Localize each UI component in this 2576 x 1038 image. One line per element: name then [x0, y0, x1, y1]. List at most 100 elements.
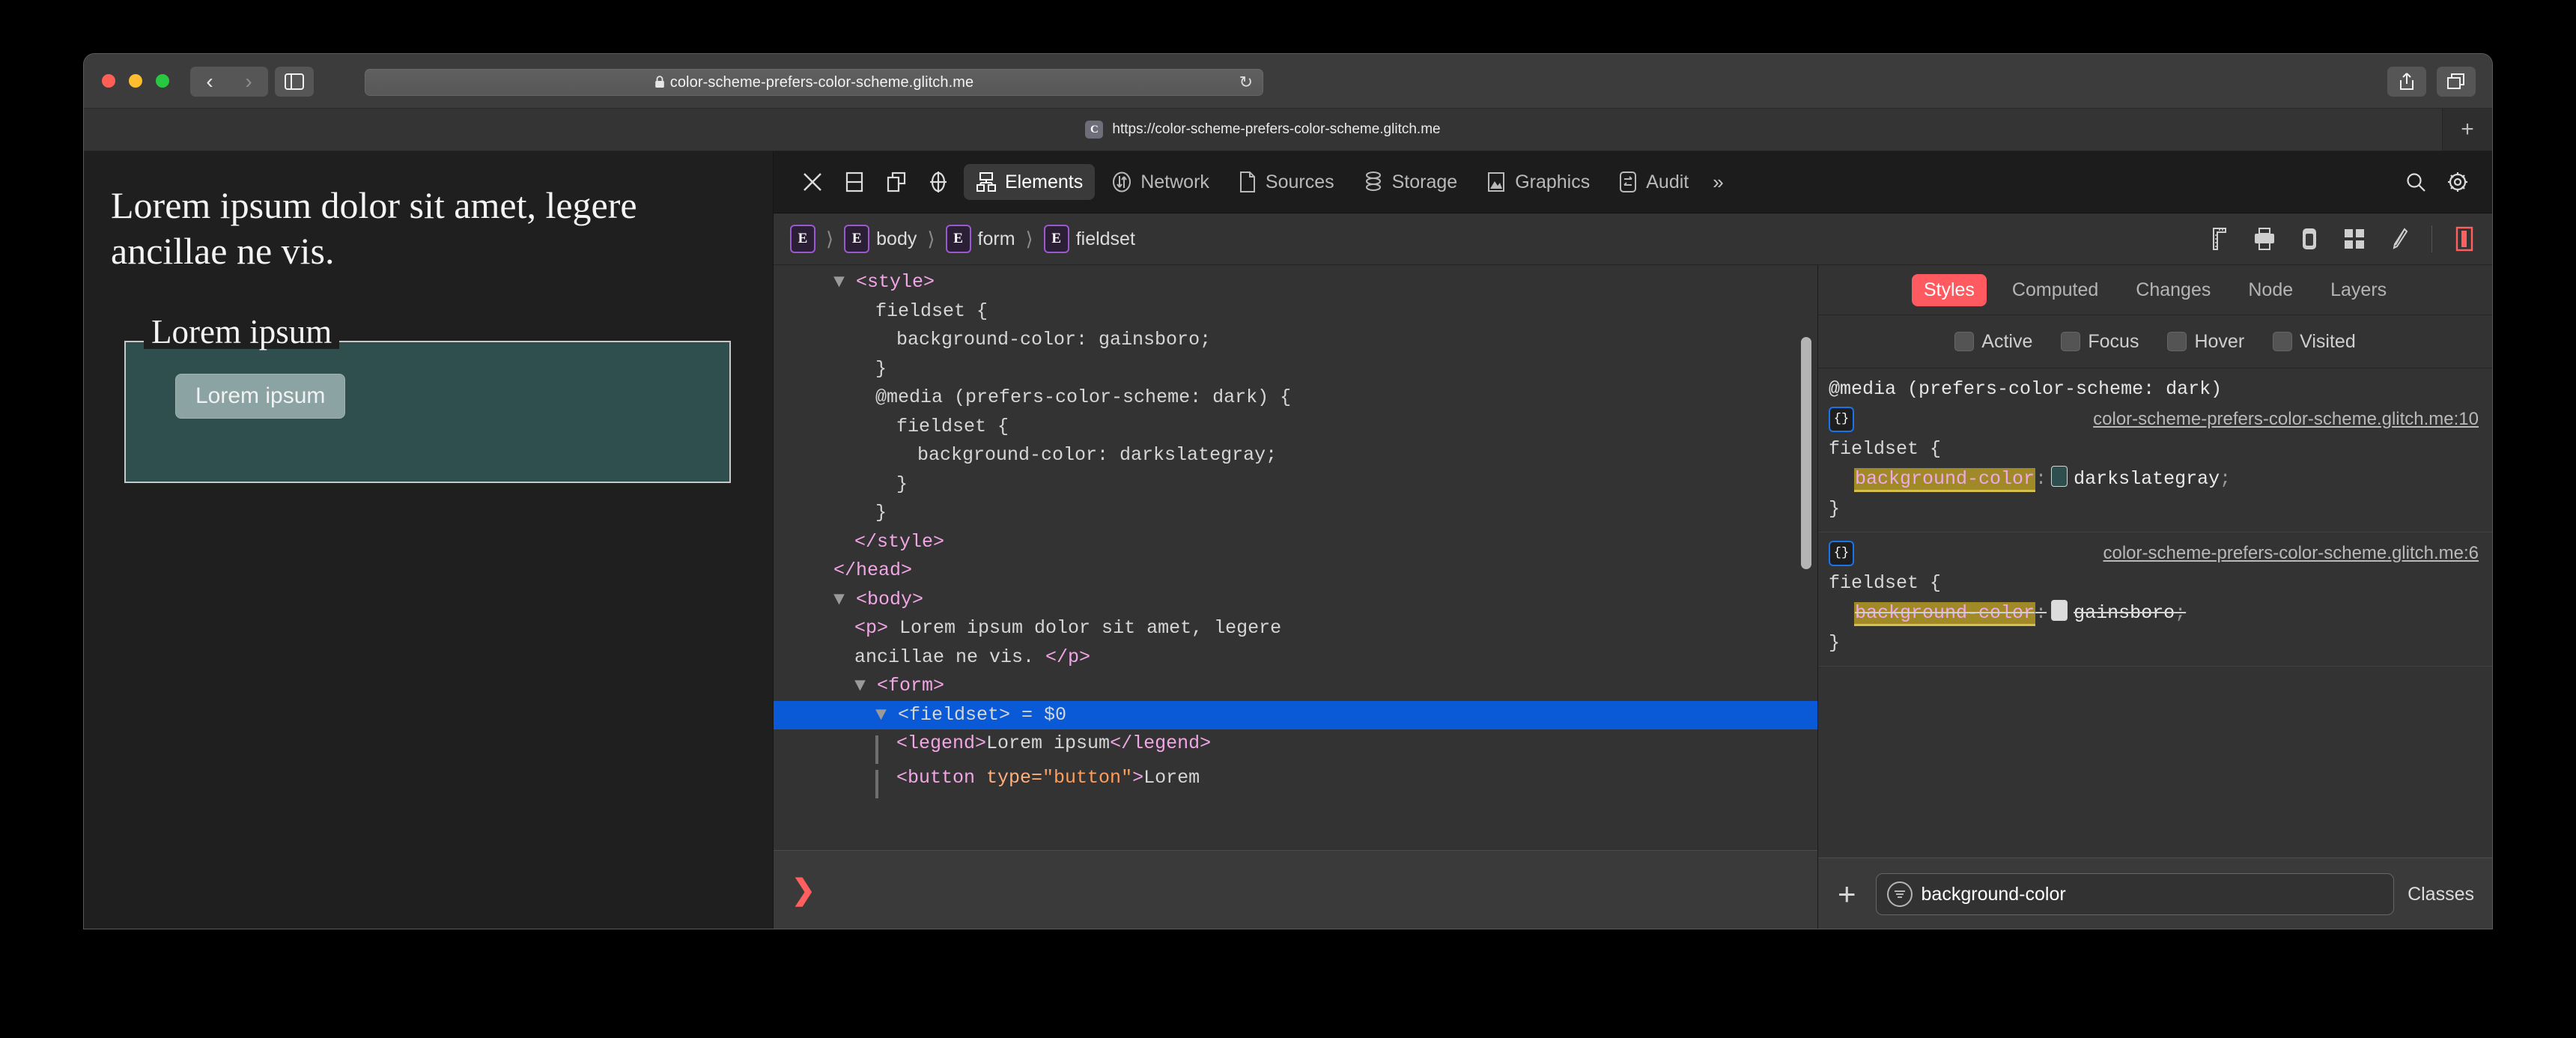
- disclosure-triangle-icon[interactable]: ▼: [875, 704, 898, 726]
- tab-audit[interactable]: Audit: [1606, 163, 1701, 201]
- disclosure-triangle-icon[interactable]: ▼: [854, 675, 877, 696]
- dock-side-button[interactable]: [875, 161, 917, 203]
- grid-button[interactable]: [2337, 222, 2372, 256]
- breadcrumb-item-form[interactable]: E form: [945, 225, 1015, 253]
- css-property-value[interactable]: gainsboro: [2074, 602, 2175, 624]
- dom-node[interactable]: }: [774, 355, 1817, 384]
- checkbox[interactable]: [2061, 332, 2081, 351]
- layout-highlight-button[interactable]: [2447, 222, 2482, 256]
- close-devtools-button[interactable]: [792, 161, 833, 203]
- css-declaration[interactable]: background-color: gainsboro;: [1829, 598, 2492, 628]
- device-button[interactable]: [2292, 222, 2327, 256]
- ruler-button[interactable]: [2202, 222, 2237, 256]
- back-button[interactable]: ‹: [190, 67, 229, 97]
- tab-sources[interactable]: Sources: [1226, 163, 1346, 201]
- style-sheet-icon[interactable]: {}: [1829, 407, 1854, 432]
- dom-node[interactable]: </head>: [774, 556, 1817, 586]
- css-property-value[interactable]: darkslategray: [2074, 468, 2220, 490]
- css-selector[interactable]: fieldset {: [1829, 434, 2492, 464]
- search-button[interactable]: [2395, 161, 2437, 203]
- dom-token: type=: [986, 767, 1043, 789]
- dom-tree[interactable]: ▼ <style> fieldset {background-color: gai…: [774, 265, 1817, 850]
- color-swatch[interactable]: [2051, 466, 2068, 487]
- tab-graphics[interactable]: Graphics: [1474, 163, 1602, 201]
- add-rule-button[interactable]: +: [1832, 878, 1862, 910]
- styles-tab-computed[interactable]: Computed: [2000, 274, 2110, 306]
- color-swatch[interactable]: [2051, 600, 2068, 621]
- dom-node[interactable]: background-color: gainsboro;: [774, 326, 1817, 355]
- tab-title: https://color-scheme-prefers-color-schem…: [1112, 121, 1441, 137]
- layout-highlight-icon: [2455, 226, 2473, 252]
- dom-node[interactable]: <button type="button">Lorem: [774, 764, 1817, 798]
- css-selector[interactable]: fieldset {: [1829, 568, 2492, 598]
- page-button[interactable]: Lorem ipsum: [175, 374, 346, 419]
- new-tab-button[interactable]: +: [2443, 109, 2492, 151]
- checkbox[interactable]: [1954, 332, 1975, 351]
- dom-token: }: [875, 357, 887, 380]
- breadcrumb-item-fieldset[interactable]: E fieldset: [1043, 225, 1135, 253]
- css-property-name[interactable]: background-color: [1854, 602, 2036, 626]
- classes-button[interactable]: Classes: [2408, 884, 2479, 905]
- tab-storage[interactable]: Storage: [1351, 163, 1470, 201]
- inspect-element-button[interactable]: [917, 161, 959, 203]
- share-button[interactable]: [2387, 67, 2426, 97]
- css-source-link[interactable]: color-scheme-prefers-color-scheme.glitch…: [2103, 538, 2493, 568]
- console-prompt-bar[interactable]: ❯: [774, 850, 1817, 929]
- dom-node[interactable]: }: [774, 470, 1817, 500]
- minimize-window-button[interactable]: [129, 74, 142, 88]
- css-declaration[interactable]: background-color: darkslategray;: [1829, 464, 2492, 494]
- dom-node[interactable]: ancillae ne vis. </p>: [774, 643, 1817, 673]
- devtools-main: ▼ <style> fieldset {background-color: gai…: [774, 265, 2492, 929]
- browser-tab[interactable]: C https://color-scheme-prefers-color-sch…: [84, 109, 2443, 151]
- reload-icon[interactable]: ↻: [1239, 74, 1253, 91]
- disclosure-triangle-icon[interactable]: ▼: [833, 271, 856, 293]
- dom-node[interactable]: background-color: darkslategray;: [774, 441, 1817, 470]
- state-toggle-active[interactable]: Active: [1954, 331, 2032, 353]
- more-tabs-button[interactable]: »: [1701, 171, 1735, 194]
- dom-node[interactable]: ▼ <body>: [774, 586, 1817, 615]
- breadcrumb-tools: [2202, 222, 2482, 256]
- styles-tab-layers[interactable]: Layers: [2318, 274, 2399, 306]
- dom-node[interactable]: </style>: [774, 528, 1817, 557]
- breadcrumb-item-body[interactable]: E body: [844, 225, 917, 253]
- dom-node[interactable]: ▼ <style>: [774, 268, 1817, 297]
- css-property-value-group: : gainsboro;: [2035, 600, 2186, 624]
- dom-node-selected[interactable]: ▼ <fieldset> = $0: [774, 700, 1817, 729]
- maximize-window-button[interactable]: [156, 74, 169, 88]
- tab-elements[interactable]: Elements: [964, 164, 1096, 200]
- dom-node[interactable]: ▼ <form>: [774, 672, 1817, 701]
- styles-tab-node[interactable]: Node: [2236, 274, 2305, 306]
- dom-node[interactable]: <p> Lorem ipsum dolor sit amet, legere: [774, 614, 1817, 643]
- checkbox[interactable]: [2273, 332, 2293, 351]
- forward-button[interactable]: ›: [229, 67, 268, 97]
- dom-node[interactable]: }: [774, 499, 1817, 528]
- css-property-name[interactable]: background-color: [1854, 468, 2036, 492]
- dom-node[interactable]: <legend>Lorem ipsum</legend>: [774, 729, 1817, 764]
- state-toggle-hover[interactable]: Hover: [2167, 331, 2244, 353]
- dom-tree-scrollbar[interactable]: [1801, 337, 1811, 569]
- dom-node[interactable]: fieldset {: [774, 297, 1817, 327]
- dom-node[interactable]: @media (prefers-color-scheme: dark) {: [774, 383, 1817, 413]
- dom-node[interactable]: fieldset {: [774, 413, 1817, 442]
- disclosure-triangle-icon[interactable]: ▼: [833, 589, 856, 610]
- breadcrumb-item-root[interactable]: E: [790, 225, 815, 253]
- css-property-value-group: : darkslategray;: [2035, 466, 2231, 490]
- show-all-tabs-button[interactable]: [2437, 67, 2476, 97]
- state-toggle-focus[interactable]: Focus: [2061, 331, 2139, 353]
- styles-filter-input[interactable]: background-color: [1875, 873, 2395, 915]
- print-button[interactable]: [2247, 222, 2282, 256]
- close-window-button[interactable]: [102, 74, 115, 88]
- settings-button[interactable]: [2437, 161, 2479, 203]
- checkbox[interactable]: [2167, 332, 2187, 351]
- paintbrush-button[interactable]: [2382, 222, 2416, 256]
- css-source-link[interactable]: color-scheme-prefers-color-scheme.glitch…: [2093, 404, 2492, 434]
- dom-tree-panel: ▼ <style> fieldset {background-color: gai…: [774, 265, 1817, 929]
- state-toggle-visited[interactable]: Visited: [2273, 331, 2356, 353]
- styles-tab-changes[interactable]: Changes: [2124, 274, 2223, 306]
- sidebar-toggle-button[interactable]: [275, 67, 314, 97]
- styles-tab-styles[interactable]: Styles: [1911, 273, 1987, 306]
- style-sheet-icon[interactable]: {}: [1829, 541, 1854, 566]
- dock-bottom-button[interactable]: [833, 161, 875, 203]
- tab-network[interactable]: Network: [1099, 164, 1221, 200]
- address-bar[interactable]: color-scheme-prefers-color-scheme.glitch…: [365, 69, 1263, 96]
